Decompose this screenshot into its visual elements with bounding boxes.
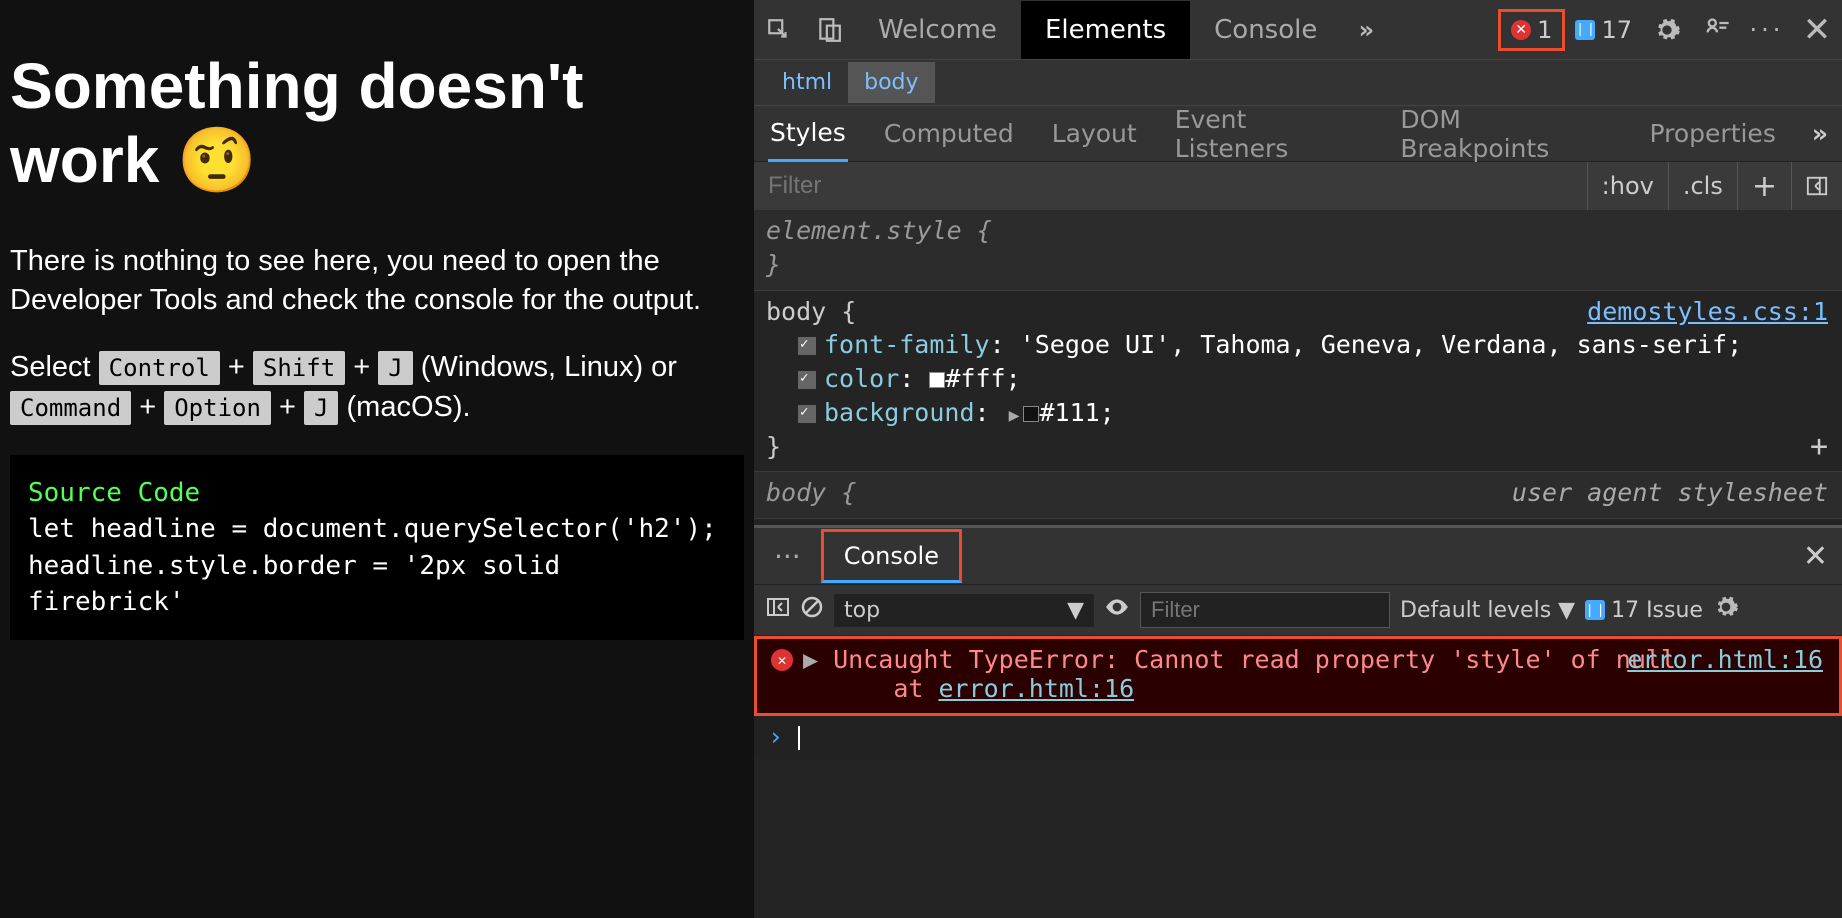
error-count-badge[interactable]: ✕ 1 (1498, 9, 1565, 51)
toggle-sidebar-icon[interactable] (1791, 162, 1842, 210)
log-levels-selector[interactable]: Default levels ▼ (1400, 598, 1575, 623)
issue-count: 17 (1601, 16, 1632, 44)
console-prompt[interactable]: › (754, 716, 1842, 757)
expand-icon[interactable]: ▶ (803, 645, 833, 674)
close-drawer-icon[interactable]: ✕ (1803, 539, 1828, 574)
stack-link[interactable]: error.html:16 (938, 674, 1134, 703)
rule-user-agent[interactable]: user agent stylesheet body { (754, 472, 1842, 519)
shortcut-mac-suffix: (macOS). (347, 391, 471, 423)
expand-icon[interactable]: ▶ (1009, 404, 1020, 428)
cls-toggle[interactable]: .cls (1668, 162, 1737, 210)
decl-background[interactable]: background: ▶#111; (798, 396, 1830, 430)
error-icon: ✕ (1511, 20, 1531, 40)
shortcut-instructions: Select Control + Shift + J (Windows, Lin… (10, 348, 744, 426)
drawer-tab-console[interactable]: Console (821, 529, 962, 583)
error-text: Uncaught TypeError: Cannot read property… (833, 645, 1676, 674)
error-count: 1 (1537, 16, 1552, 44)
settings-icon[interactable] (1642, 5, 1692, 55)
console-filter-input[interactable] (1140, 592, 1390, 628)
kbd-j: J (378, 351, 412, 385)
checkbox-icon[interactable] (798, 371, 816, 389)
tab-welcome[interactable]: Welcome (854, 1, 1021, 59)
code-title: Source Code (28, 478, 200, 508)
device-toggle-icon[interactable] (804, 5, 854, 55)
rule-body[interactable]: demostyles.css:1 body { font-family: 'Se… (754, 291, 1842, 473)
styles-filter-input[interactable] (754, 172, 1587, 200)
checkbox-icon[interactable] (798, 337, 816, 355)
hov-toggle[interactable]: :hov (1587, 162, 1668, 210)
add-declaration-button[interactable]: + (1810, 427, 1828, 468)
source-code-block: Source Code let headline = document.quer… (10, 455, 744, 641)
more-menu-icon[interactable]: ··· (1742, 5, 1792, 55)
code-line-1: let headline = document.querySelector('h… (28, 514, 717, 544)
show-console-sidebar-icon[interactable] (766, 595, 790, 625)
new-style-rule-button[interactable]: + (1737, 162, 1791, 210)
live-expression-icon[interactable] (1104, 594, 1130, 626)
shortcut-win-suffix: (Windows, Linux) or (421, 351, 677, 383)
tab-console[interactable]: Console (1190, 1, 1341, 59)
decl-color[interactable]: color: #fff; (798, 362, 1830, 396)
issue-icon: ❘❘ (1585, 600, 1605, 620)
tab-elements[interactable]: Elements (1021, 1, 1190, 59)
context-selector[interactable]: top▼ (834, 594, 1094, 627)
kbd-option: Option (164, 391, 271, 425)
rule-selector: element.style { (766, 214, 1830, 248)
crumb-body[interactable]: body (848, 62, 934, 103)
kbd-j-mac: J (304, 391, 338, 425)
chevron-down-icon: ▼ (1067, 598, 1084, 623)
subtab-styles[interactable]: Styles (768, 106, 848, 162)
console-error-message[interactable]: ✕ ▶ Uncaught TypeError: Cannot read prop… (754, 636, 1842, 716)
page-heading: Something doesn't work 🤨 (10, 50, 744, 197)
kbd-control: Control (99, 351, 220, 385)
drawer-more-icon[interactable]: ··· (754, 540, 821, 573)
shortcut-prefix: Select (10, 351, 99, 383)
code-line-2: headline.style.border = '2px solid fireb… (28, 551, 576, 617)
kbd-shift: Shift (253, 351, 345, 385)
subtab-layout[interactable]: Layout (1050, 107, 1139, 160)
issue-count-badge[interactable]: ❘❘ 17 (1565, 9, 1642, 51)
color-swatch[interactable] (1023, 406, 1039, 422)
more-subtabs-icon[interactable]: » (1812, 119, 1828, 148)
inspect-icon[interactable] (754, 5, 804, 55)
subtab-properties[interactable]: Properties (1648, 107, 1778, 160)
color-swatch[interactable] (929, 372, 945, 388)
issue-icon: ❘❘ (1575, 20, 1595, 40)
feedback-icon[interactable] (1692, 5, 1742, 55)
error-source-link[interactable]: error.html:16 (1627, 645, 1823, 674)
clear-console-icon[interactable] (800, 595, 824, 625)
more-tabs-icon[interactable]: » (1341, 5, 1391, 55)
console-settings-icon[interactable] (1713, 594, 1739, 626)
rule-source-ua: user agent stylesheet (1512, 476, 1828, 510)
kbd-command: Command (10, 391, 131, 425)
decl-font-family[interactable]: font-family: 'Segoe UI', Tahoma, Geneva,… (798, 328, 1830, 362)
rule-element-style[interactable]: element.style { } (754, 210, 1842, 291)
close-devtools-icon[interactable]: ✕ (1792, 5, 1842, 55)
text-cursor (798, 726, 800, 750)
issues-link[interactable]: ❘❘ 17 Issue (1585, 598, 1703, 623)
page-intro: There is nothing to see here, you need t… (10, 242, 744, 320)
checkbox-icon[interactable] (798, 405, 816, 423)
crumb-html[interactable]: html (766, 62, 848, 103)
error-icon: ✕ (771, 649, 793, 671)
subtab-computed[interactable]: Computed (882, 107, 1016, 160)
rule-source-link[interactable]: demostyles.css:1 (1587, 295, 1828, 329)
